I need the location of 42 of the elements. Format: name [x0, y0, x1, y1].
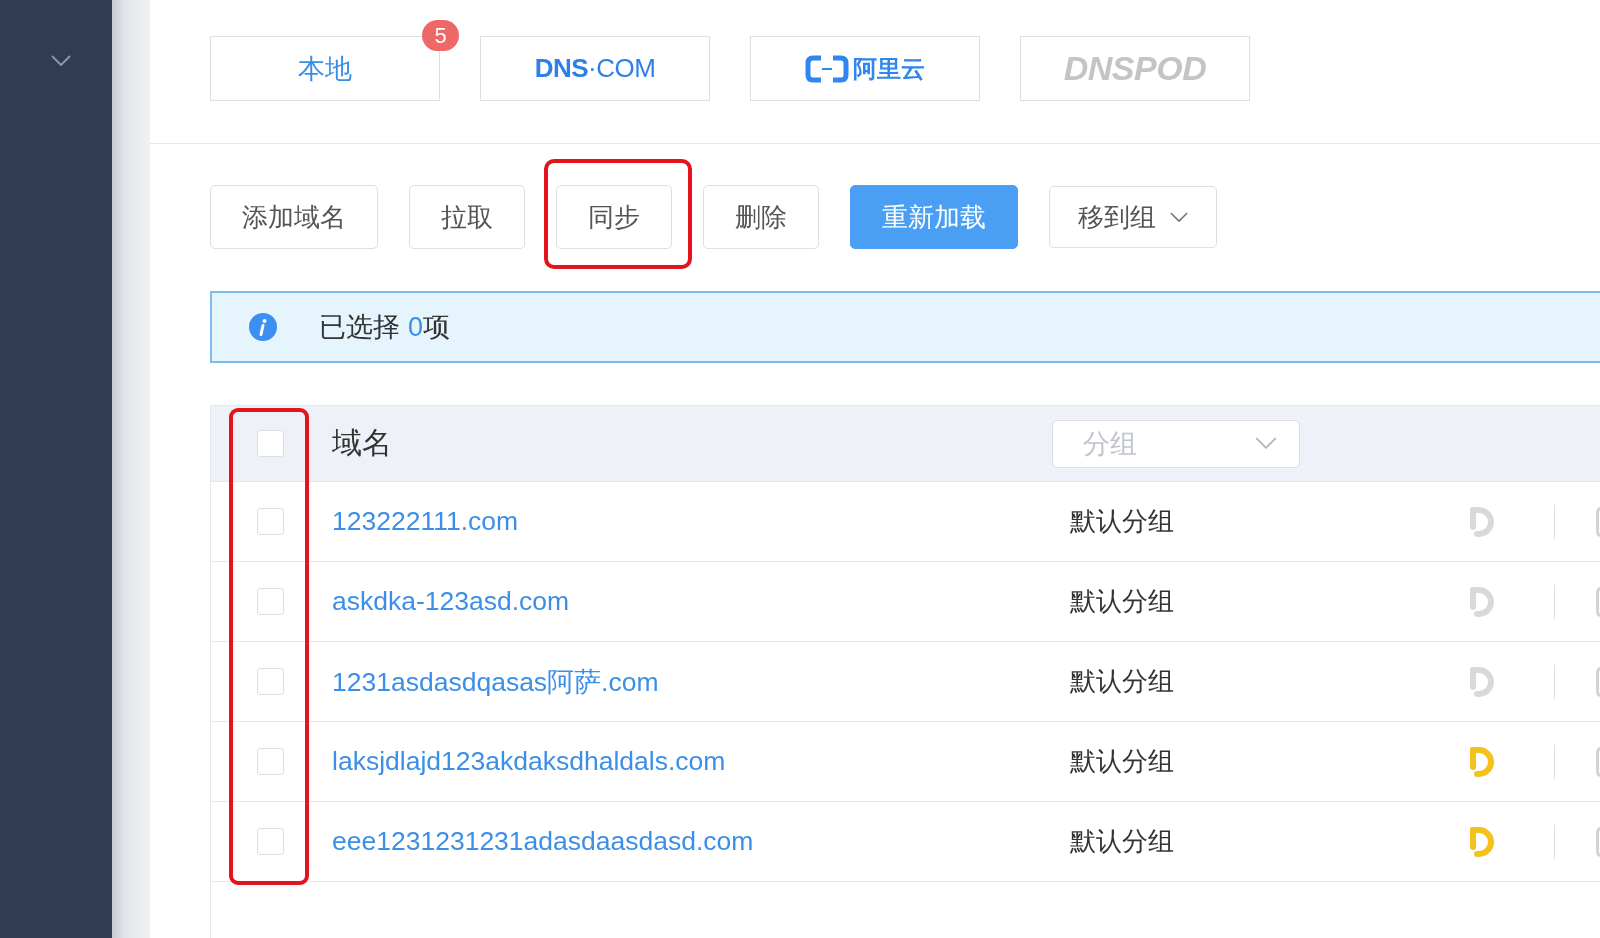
logo-wordmark: 阿里云: [853, 53, 925, 84]
chevron-down-icon: [1255, 437, 1277, 450]
action-button[interactable]: 删除: [703, 185, 819, 249]
domain-link[interactable]: 123222111.com: [332, 506, 519, 537]
info-icon: [249, 313, 277, 341]
checkbox[interactable]: [257, 668, 284, 695]
count-badge: 5: [422, 20, 459, 51]
action-button[interactable]: 拉取: [409, 185, 525, 249]
group-name: 默认分组: [1070, 825, 1174, 858]
dropdown-button[interactable]: 移到组: [1049, 186, 1217, 248]
domain-link[interactable]: 1231asdasdqasas阿萨.com: [332, 663, 659, 700]
provider-tab[interactable]: 阿里云: [750, 36, 980, 101]
domain-link[interactable]: laksjdlajd123akdaksdhaldals.com: [332, 746, 726, 777]
group-name: 默认分组: [1070, 745, 1174, 778]
provider-tab[interactable]: DNS·COM: [480, 36, 710, 101]
checkbox[interactable]: [257, 430, 284, 457]
chevron-down-icon: [1170, 211, 1188, 223]
column-header: 域名: [332, 425, 392, 461]
group-name: 默认分组: [1070, 505, 1174, 538]
tab-label: 本地: [298, 52, 352, 86]
group-name: 默认分组: [1070, 585, 1174, 618]
partial-icon: [1596, 586, 1600, 617]
partial-icon: [1596, 506, 1600, 537]
partial-icon: [1596, 826, 1600, 857]
chevron-down-icon: [51, 55, 71, 67]
partial-icon: [1596, 746, 1600, 777]
domain-link[interactable]: eee1231231231adasdaasdasd.com: [332, 826, 754, 857]
action-button[interactable]: 重新加载: [850, 185, 1018, 249]
logo-wordmark: DNS·COM: [534, 53, 656, 84]
partial-icon: [1596, 666, 1600, 697]
action-button[interactable]: 同步: [556, 185, 672, 249]
checkbox[interactable]: [257, 828, 284, 855]
bracket-logo-icon: [805, 54, 849, 83]
logo-wordmark: DNSPOD: [1063, 49, 1207, 88]
group-name: 默认分组: [1070, 665, 1174, 698]
action-button[interactable]: 添加域名: [210, 185, 378, 249]
group-select[interactable]: 分组: [1052, 419, 1300, 468]
domain-link[interactable]: askdka-123asd.com: [332, 586, 570, 617]
checkbox[interactable]: [257, 588, 284, 615]
checkbox[interactable]: [257, 748, 284, 775]
checkbox[interactable]: [257, 508, 284, 535]
selection-summary: 已选择 0项: [319, 311, 451, 344]
